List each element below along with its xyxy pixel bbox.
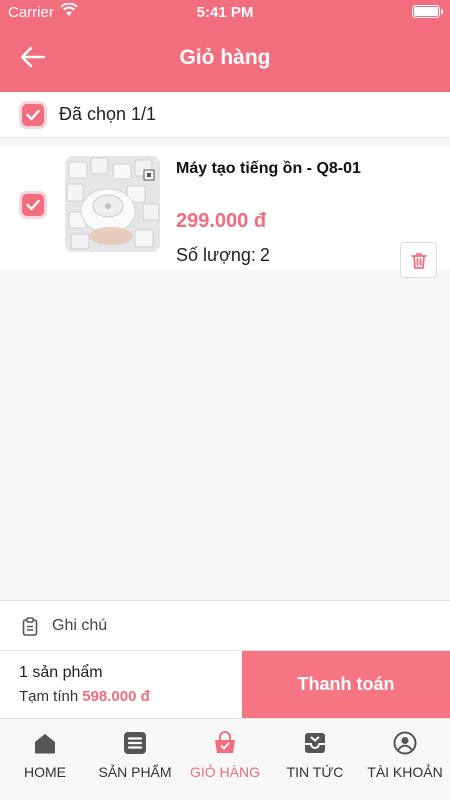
product-image[interactable] — [65, 156, 160, 252]
cart-item: Máy tạo tiếng ồn - Q8-01 299.000 đ Số lư… — [0, 146, 450, 278]
select-all-checkbox[interactable] — [22, 104, 44, 126]
tab-label: TÀI KHOẢN — [367, 764, 443, 780]
subtotal-value: 598.000 đ — [82, 688, 150, 705]
clipboard-icon — [22, 617, 38, 636]
tab-label: GIỎ HÀNG — [189, 764, 260, 780]
user-icon — [393, 731, 417, 755]
check-icon — [26, 109, 40, 121]
tab-account[interactable]: TÀI KHOẢN — [360, 719, 450, 800]
product-name[interactable]: Máy tạo tiếng ồn - Q8-01 — [176, 160, 361, 178]
app-header: Carrier 5:41 PM Giỏ hàng — [0, 0, 450, 92]
quantity-label: Số lượng: — [176, 245, 256, 265]
delete-item-button[interactable] — [400, 242, 437, 278]
tab-home[interactable]: HOME — [0, 719, 90, 800]
selected-count-label: Đã chọn 1/1 — [59, 104, 157, 124]
note-label: Ghi chú — [52, 617, 108, 634]
status-time: 5:41 PM — [196, 4, 254, 21]
order-summary: 1 sản phẩm Tạm tính 598.000 đ Thanh toán — [0, 651, 450, 718]
page-title: Giỏ hàng — [179, 46, 271, 69]
product-quantity: Số lượng: 2 — [176, 245, 270, 266]
product-count: 1 sản phẩm — [19, 664, 103, 681]
check-icon — [26, 199, 40, 211]
inbox-icon — [305, 733, 325, 753]
tab-cart[interactable]: GIỎ HÀNG — [180, 719, 270, 800]
list-icon — [124, 732, 146, 754]
tab-label: HOME — [24, 764, 66, 780]
item-checkbox[interactable] — [22, 194, 44, 216]
select-all-row: Đã chọn 1/1 — [0, 92, 450, 138]
status-bar: Carrier 5:41 PM — [0, 0, 450, 24]
bottom-tab-bar: HOME SẢN PHẨM GIỎ HÀNG TIN TỨC TÀI KHOẢN — [0, 718, 450, 800]
tab-label: TIN TỨC — [286, 764, 344, 780]
quantity-value: 2 — [259, 245, 270, 265]
tab-label: SẢN PHẨM — [98, 764, 172, 780]
product-price: 299.000 đ — [176, 210, 267, 232]
basket-icon — [215, 731, 235, 753]
trash-icon — [411, 253, 427, 269]
battery-icon — [412, 5, 443, 18]
subtotal-label: Tạm tính — [19, 688, 79, 705]
note-field[interactable]: Ghi chú — [0, 600, 450, 651]
checkout-button[interactable]: Thanh toán — [242, 651, 450, 718]
tab-products[interactable]: SẢN PHẨM — [90, 719, 180, 800]
tab-news[interactable]: TIN TỨC — [270, 719, 360, 800]
home-icon — [35, 734, 55, 754]
subtotal: Tạm tính 598.000 đ — [19, 688, 150, 705]
